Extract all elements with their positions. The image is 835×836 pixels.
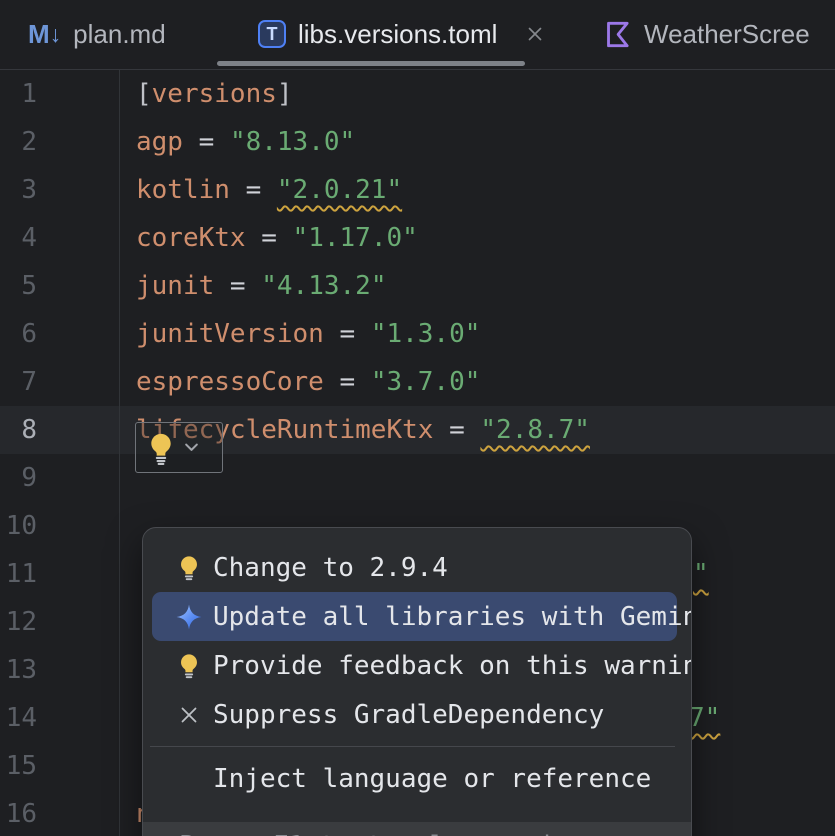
- code-line-6[interactable]: 6junitVersion = "1.3.0": [0, 310, 835, 358]
- tab-label: plan.md: [73, 19, 166, 50]
- code-token: "3.7.0": [371, 367, 481, 397]
- code-token: "8.13.0": [230, 127, 355, 157]
- code-token: =: [214, 271, 261, 301]
- line-number: 3: [0, 166, 37, 214]
- popup-footer-hint: Press F1 to toggle preview: [143, 822, 691, 836]
- ide-window: M↓ plan.md T libs.versions.toml WeatherS…: [0, 0, 835, 836]
- code-token: "1.17.0": [293, 223, 418, 253]
- intention-bulb-widget[interactable]: [135, 422, 223, 473]
- menu-item-label: Update all libraries with Gemini: [213, 602, 692, 632]
- tab-libs-versions-toml[interactable]: T libs.versions.toml: [258, 0, 546, 68]
- menu-item-label: Provide feedback on this warning: [213, 651, 692, 681]
- code-token: =: [246, 223, 293, 253]
- menu-item-update-all-libraries-with-gemini[interactable]: Update all libraries with Gemini: [152, 592, 677, 641]
- line-code: espressoCore = "3.7.0": [37, 358, 480, 406]
- bulb-icon: [175, 651, 203, 681]
- code-token: =: [324, 367, 371, 397]
- line-number: 1: [0, 70, 37, 118]
- line-number: 9: [0, 454, 37, 502]
- menu-item-label: Suppress GradleDependency: [213, 700, 604, 730]
- kotlin-file-icon: [605, 20, 632, 49]
- line-number: 10: [0, 502, 37, 550]
- chevron-down-icon: [182, 438, 201, 457]
- menu-item-change-to-2-9-4[interactable]: Change to 2.9.4: [152, 543, 677, 592]
- menu-separator: [150, 746, 675, 747]
- line-number: 4: [0, 214, 37, 262]
- line-number: 2: [0, 118, 37, 166]
- menu-item-suppress-gradledependency[interactable]: Suppress GradleDependency: [152, 690, 677, 739]
- toml-file-icon: T: [258, 20, 286, 48]
- code-line-4[interactable]: 4coreKtx = "1.17.0": [0, 214, 835, 262]
- code-token: =: [230, 175, 277, 205]
- code-token: espressoCore: [136, 367, 324, 397]
- menu-item-label: Change to 2.9.4: [213, 553, 448, 583]
- suppress-icon: [175, 700, 203, 730]
- line-number: 16: [0, 790, 37, 836]
- code-token: =: [183, 127, 230, 157]
- line-code: coreKtx = "1.17.0": [37, 214, 418, 262]
- code-line-7[interactable]: 7espressoCore = "3.7.0": [0, 358, 835, 406]
- tab-label: libs.versions.toml: [298, 19, 497, 50]
- code-editor[interactable]: 1[versions]2agp = "8.13.0"3kotlin = "2.0…: [0, 70, 835, 836]
- footer-hint-text: Press F1 to toggle preview: [179, 831, 586, 836]
- line-number: 7: [0, 358, 37, 406]
- bulb-icon: [145, 431, 177, 465]
- code-token: "4.13.2": [261, 271, 386, 301]
- code-line-2[interactable]: 2agp = "8.13.0": [0, 118, 835, 166]
- line-code: junitVersion = "1.3.0": [37, 310, 480, 358]
- line-code: [versions]: [37, 70, 293, 118]
- active-tab-underline: [217, 61, 525, 66]
- code-line-9[interactable]: 9: [0, 454, 835, 502]
- code-line-5[interactable]: 5junit = "4.13.2": [0, 262, 835, 310]
- code-token: [: [136, 79, 152, 109]
- code-token: junitVersion: [136, 319, 324, 349]
- tab-label: WeatherScree: [644, 19, 810, 50]
- bulb-icon: [175, 553, 203, 583]
- line-number: 11: [0, 550, 37, 598]
- line-number: 6: [0, 310, 37, 358]
- code-line-1[interactable]: 1[versions]: [0, 70, 835, 118]
- code-fragment: ": [693, 550, 709, 598]
- intention-menu: Change to 2.9.4 Update all libraries with…: [143, 528, 691, 803]
- tab-weatherscreen[interactable]: WeatherScree: [605, 0, 810, 68]
- menu-item-provide-feedback-on-this-warning[interactable]: Provide feedback on this warning: [152, 641, 677, 690]
- code-token: "2.0.21": [277, 175, 402, 205]
- code-token: ]: [277, 79, 293, 109]
- tab-plan-md[interactable]: M↓ plan.md: [28, 0, 166, 68]
- gemini-icon: [175, 602, 203, 632]
- intention-actions-popup: Change to 2.9.4 Update all libraries with…: [142, 527, 692, 836]
- line-code: agp = "8.13.0": [37, 118, 355, 166]
- code-token: agp: [136, 127, 183, 157]
- line-code: kotlin = "2.0.21": [37, 166, 402, 214]
- menu-item-label: Inject language or reference: [213, 764, 651, 794]
- empty-icon: [175, 764, 203, 794]
- gutter-separator: [119, 70, 120, 836]
- line-number: 12: [0, 598, 37, 646]
- code-fragment: 7": [689, 694, 720, 742]
- code-token: versions: [152, 79, 277, 109]
- line-number: 5: [0, 262, 37, 310]
- editor-tab-bar: M↓ plan.md T libs.versions.toml WeatherS…: [0, 0, 835, 70]
- code-line-3[interactable]: 3kotlin = "2.0.21": [0, 166, 835, 214]
- close-tab-icon[interactable]: [524, 23, 546, 45]
- line-number: 15: [0, 742, 37, 790]
- line-number: 8: [0, 406, 37, 454]
- markdown-file-icon: M↓: [28, 19, 61, 50]
- code-token: coreKtx: [136, 223, 246, 253]
- line-code: junit = "4.13.2": [37, 262, 386, 310]
- menu-item-inject-language-or-reference[interactable]: Inject language or reference: [152, 754, 677, 803]
- code-token: =: [324, 319, 371, 349]
- code-token: "1.3.0": [371, 319, 481, 349]
- code-token: kotlin: [136, 175, 230, 205]
- code-line-8[interactable]: 8lifecycleRuntimeKtx = "2.8.7": [0, 406, 835, 454]
- line-number: 13: [0, 646, 37, 694]
- code-token: "2.8.7": [480, 415, 590, 445]
- line-number: 14: [0, 694, 37, 742]
- code-token: junit: [136, 271, 214, 301]
- code-token: =: [433, 415, 480, 445]
